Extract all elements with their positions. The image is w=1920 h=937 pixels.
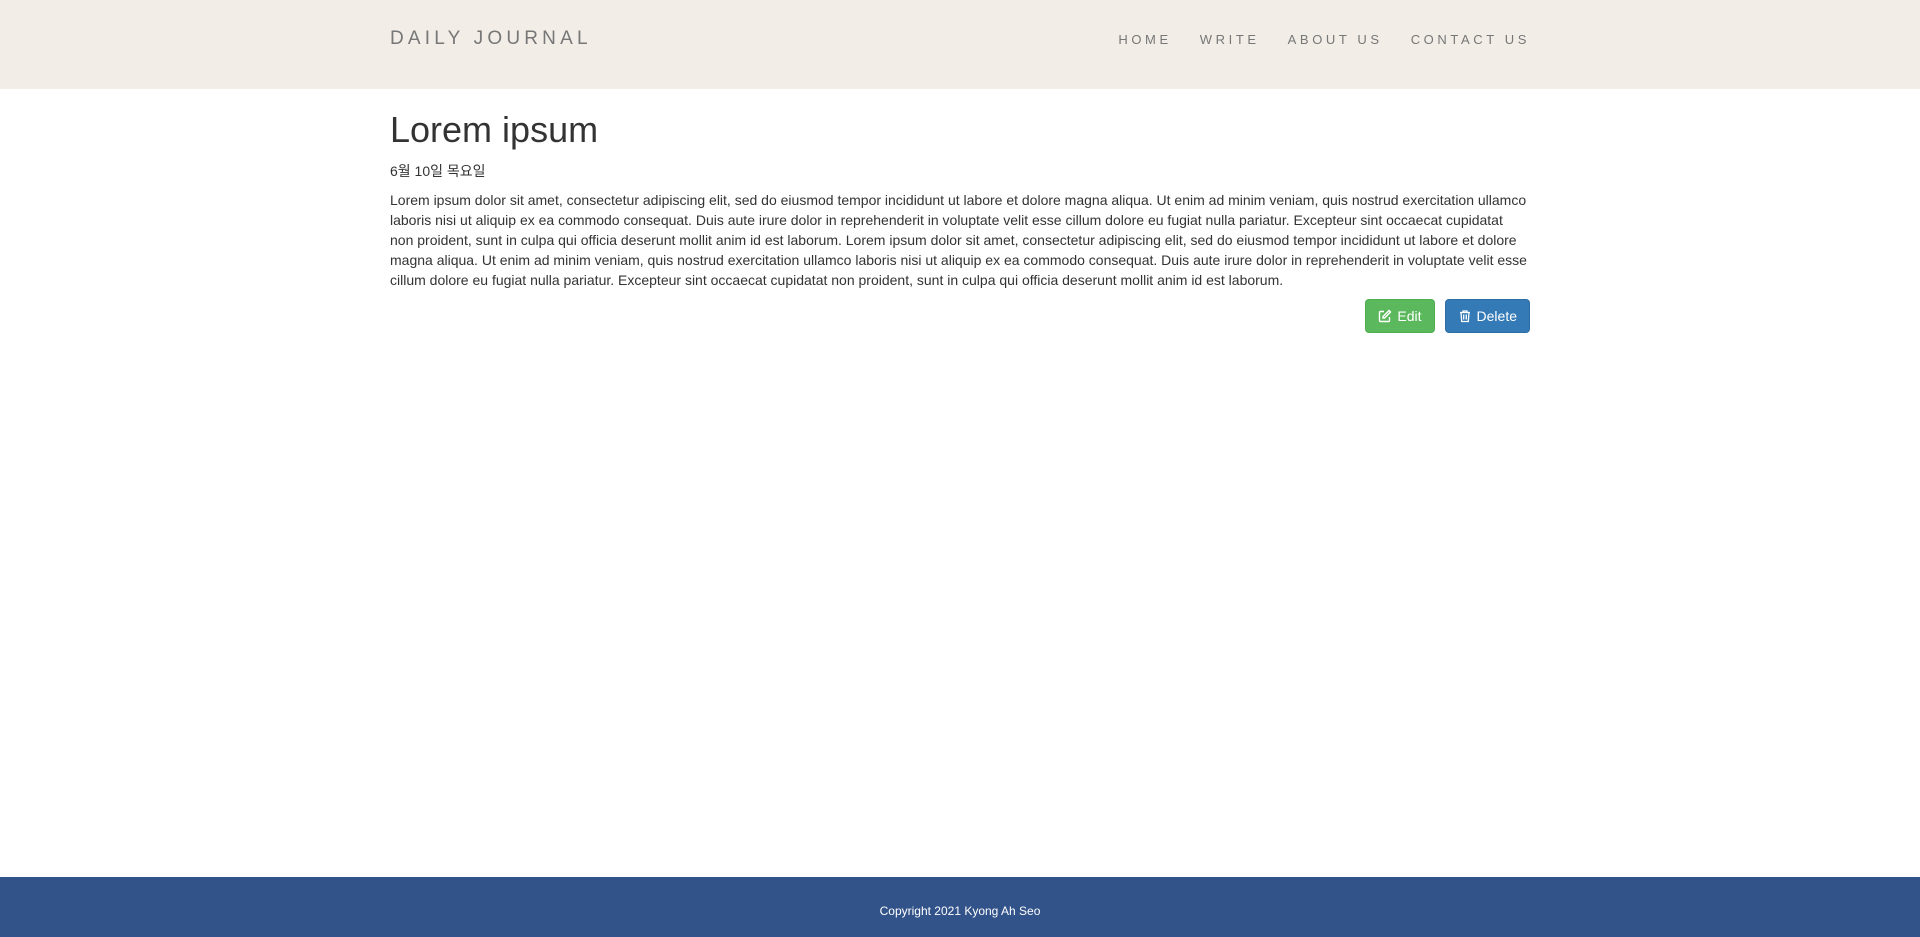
post-body: Lorem ipsum dolor sit amet, consectetur … [390,191,1527,288]
brand-logo[interactable]: DAILY JOURNAL [390,28,592,50]
post-title: Lorem ipsum [390,109,599,150]
nav-links: HOME WRITE ABOUT US CONTACT US [1118,32,1530,47]
nav-link-contact-us[interactable]: CONTACT US [1411,32,1530,47]
trash-icon [1458,309,1472,323]
post-date: 6월 10일 목요일 [390,162,486,179]
footer: Copyright 2021 Kyong Ah Seo [0,877,1920,937]
navbar: DAILY JOURNAL HOME WRITE ABOUT US CONTAC… [0,0,1920,89]
edit-button-label: Edit [1397,308,1422,324]
post-container: Lorem ipsum 6월 10일 목요일 Lorem ipsum dolor… [390,89,1530,333]
footer-copyright: Copyright 2021 Kyong Ah Seo [879,904,1041,918]
nav-link-home[interactable]: HOME [1118,32,1171,47]
delete-button-label: Delete [1476,308,1517,324]
nav-link-write[interactable]: WRITE [1200,32,1260,47]
nav-link-about-us[interactable]: ABOUT US [1288,32,1383,47]
edit-icon [1378,309,1392,323]
delete-button[interactable]: Delete [1444,299,1530,333]
post-actions: Edit Delete [1365,299,1530,333]
edit-button[interactable]: Edit [1365,299,1435,333]
